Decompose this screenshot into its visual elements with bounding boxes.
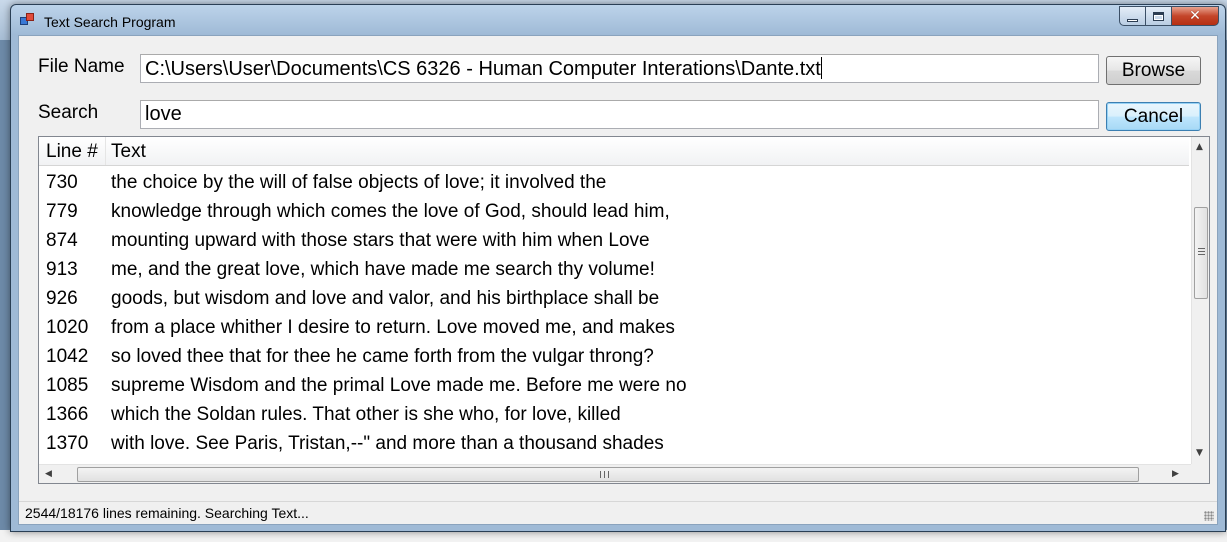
status-bar: 2544/18176 lines remaining. Searching Te… — [19, 501, 1217, 524]
app-icon[interactable] — [20, 13, 36, 27]
minimize-icon — [1127, 18, 1138, 22]
vertical-scroll-thumb[interactable] — [1194, 207, 1208, 299]
line-number: 1042 — [46, 346, 89, 367]
search-field[interactable]: love — [140, 100, 1099, 129]
browse-button[interactable]: Browse — [1106, 56, 1201, 85]
window-title: Text Search Program — [44, 14, 176, 30]
minimize-button[interactable] — [1119, 6, 1146, 26]
search-label: Search — [38, 102, 99, 123]
result-row[interactable]: 913 me, and the great love, which have ma… — [39, 257, 1189, 286]
result-row[interactable]: 1042 so loved thee that for thee he came … — [39, 344, 1189, 373]
close-button[interactable]: ✕ — [1172, 6, 1219, 26]
file-name-label: File Name — [38, 56, 125, 77]
file-name-field[interactable]: C:\Users\User\Documents\CS 6326 - Human … — [140, 54, 1099, 83]
line-text: which the Soldan rules. That other is sh… — [111, 404, 621, 425]
line-text: the choice by the will of false objects … — [111, 172, 607, 193]
line-number: 730 — [46, 172, 78, 193]
text-caret — [820, 57, 822, 79]
scroll-right-icon[interactable]: ▶ — [1172, 470, 1179, 479]
line-number: 1020 — [46, 317, 89, 338]
search-value: love — [145, 103, 182, 125]
line-number: 1370 — [46, 433, 89, 454]
result-row[interactable]: 730 the choice by the will of false objec… — [39, 170, 1189, 199]
resize-grip-icon[interactable] — [1204, 511, 1214, 521]
scroll-up-icon[interactable]: ▲ — [1196, 143, 1203, 152]
scroll-left-icon[interactable]: ◀ — [45, 470, 52, 479]
line-text: goods, but wisdom and love and valor, an… — [111, 288, 660, 309]
line-number: 874 — [46, 230, 78, 251]
line-text: knowledge through which comes the love o… — [111, 201, 670, 222]
line-text: me, and the great love, which have made … — [111, 259, 655, 280]
maximize-icon — [1153, 11, 1164, 21]
line-text: with love. See Paris, Tristan,--" and mo… — [111, 433, 664, 454]
app-window: Text Search Program ✕ File Name C:\Users… — [10, 4, 1226, 532]
line-number: 913 — [46, 259, 78, 280]
line-text: so loved thee that for thee he came fort… — [111, 346, 654, 367]
file-name-value: C:\Users\User\Documents\CS 6326 - Human … — [145, 58, 821, 80]
line-number: 1366 — [46, 404, 89, 425]
result-row[interactable]: 779 knowledge through which comes the lov… — [39, 199, 1189, 228]
scrollbar-corner — [1191, 464, 1209, 483]
scroll-down-icon[interactable]: ▼ — [1196, 449, 1203, 458]
column-header-text[interactable]: Text — [111, 141, 146, 163]
result-row[interactable]: 1370 with love. See Paris, Tristan,--" an… — [39, 431, 1189, 460]
line-number: 926 — [46, 288, 78, 309]
line-text: mounting upward with those stars that we… — [111, 230, 650, 251]
result-row[interactable]: 1366 which the Soldan rules. That other i… — [39, 402, 1189, 431]
result-row[interactable]: 874 mounting upward with those stars that… — [39, 228, 1189, 257]
grip-icon — [1198, 248, 1205, 255]
close-icon: ✕ — [1189, 8, 1201, 24]
result-row[interactable]: 926 goods, but wisdom and love and valor,… — [39, 286, 1189, 315]
results-rows: 730 the choice by the will of false objec… — [39, 170, 1189, 460]
column-header-line[interactable]: Line # — [46, 141, 98, 163]
results-header: Line # Text — [39, 137, 1189, 166]
horizontal-scrollbar[interactable]: ◀ ▶ — [39, 464, 1191, 483]
line-text: from a place whither I desire to return.… — [111, 317, 675, 338]
cancel-button[interactable]: Cancel — [1106, 102, 1201, 131]
results-list[interactable]: Line # Text 730 the choice by the will of… — [38, 136, 1210, 484]
maximize-button[interactable] — [1146, 6, 1172, 26]
caption-buttons: ✕ — [1119, 6, 1219, 26]
line-number: 779 — [46, 201, 78, 222]
result-row[interactable]: 1020 from a place whither I desire to ret… — [39, 315, 1189, 344]
vertical-scrollbar[interactable]: ▲ ▼ — [1191, 137, 1209, 464]
horizontal-scroll-thumb[interactable] — [77, 467, 1139, 482]
client-area: File Name C:\Users\User\Documents\CS 632… — [18, 35, 1218, 525]
result-row[interactable]: 1085 supreme Wisdom and the primal Love m… — [39, 373, 1189, 402]
status-text: 2544/18176 lines remaining. Searching Te… — [25, 505, 309, 521]
line-text: supreme Wisdom and the primal Love made … — [111, 375, 687, 396]
column-divider[interactable] — [105, 137, 106, 165]
line-number: 1085 — [46, 375, 89, 396]
title-bar[interactable]: Text Search Program ✕ — [11, 5, 1225, 35]
grip-icon — [600, 471, 609, 478]
